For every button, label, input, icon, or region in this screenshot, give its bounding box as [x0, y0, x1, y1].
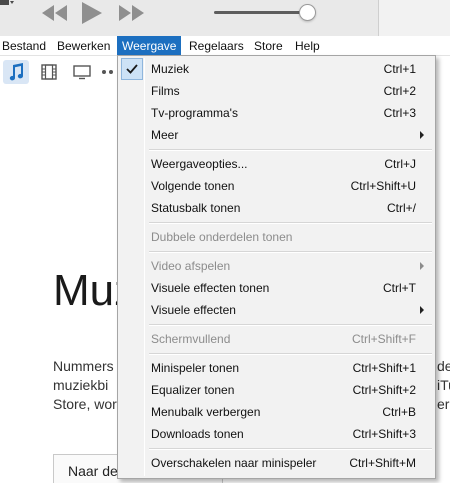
menu-item-shortcut: Ctrl+T — [383, 281, 416, 295]
menu-separator — [149, 448, 432, 450]
menu-item-shortcut: Ctrl+3 — [383, 106, 416, 120]
menu-bestand[interactable]: Bestand — [0, 36, 51, 56]
menu-item-tv-programmas[interactable]: Tv-programma's Ctrl+3 — [121, 102, 432, 124]
menu-item-dubbele-onderdelen[interactable]: Dubbele onderdelen tonen — [121, 226, 432, 248]
menu-item-label: Visuele effecten — [151, 303, 236, 317]
film-icon — [41, 64, 57, 80]
menu-item-label: Menubalk verbergen — [151, 405, 261, 419]
volume-slider-knob[interactable] — [299, 4, 316, 21]
menu-item-volgende-tonen[interactable]: Volgende tonen Ctrl+Shift+U — [121, 175, 432, 197]
play-button[interactable] — [80, 1, 104, 25]
menu-item-label: Statusbalk tonen — [151, 201, 241, 215]
music-note-icon — [9, 63, 24, 81]
library-text-line: muziekbi — [53, 377, 109, 393]
menu-item-label: Video afspelen — [151, 259, 231, 273]
menu-item-label: Equalizer tonen — [151, 383, 235, 397]
library-text-fragment: de — [437, 358, 450, 374]
media-more-button[interactable] — [101, 60, 115, 84]
menu-item-shortcut: Ctrl+2 — [383, 84, 416, 98]
menu-bewerken[interactable]: Bewerken — [52, 36, 115, 56]
menu-item-shortcut: Ctrl+Shift+M — [349, 456, 416, 470]
previous-track-icon — [42, 5, 67, 21]
menu-item-shortcut: Ctrl+Shift+1 — [352, 361, 416, 375]
menu-weergave[interactable]: Weergave — [117, 36, 182, 56]
menu-item-label: Tv-programma's — [151, 106, 238, 120]
menu-item-visuele-effecten-tonen[interactable]: Visuele effecten tonen Ctrl+T — [121, 277, 432, 299]
next-track-button[interactable] — [116, 3, 146, 23]
menu-item-label: Overschakelen naar minispeler — [151, 456, 317, 470]
menu-item-statusbalk-tonen[interactable]: Statusbalk tonen Ctrl+/ — [121, 197, 432, 219]
menu-item-minispeler-tonen[interactable]: Minispeler tonen Ctrl+Shift+1 — [121, 357, 432, 379]
menu-item-shortcut: Ctrl+/ — [386, 201, 416, 215]
menu-store[interactable]: Store — [249, 36, 288, 56]
menu-item-shortcut: Ctrl+Shift+U — [350, 179, 416, 193]
menu-separator — [149, 251, 432, 253]
menu-item-label: Films — [151, 84, 180, 98]
menu-item-muziek[interactable]: Muziek Ctrl+1 — [121, 58, 432, 80]
menu-item-label: Volgende tonen — [151, 179, 235, 193]
menu-item-label: Schermvullend — [151, 332, 231, 346]
menu-item-video-afspelen[interactable]: Video afspelen — [121, 255, 432, 277]
media-films-button[interactable] — [37, 60, 61, 84]
submenu-arrow-icon — [420, 306, 424, 314]
menu-item-label: Meer — [151, 128, 179, 142]
submenu-arrow-icon — [420, 131, 424, 139]
menu-item-shortcut: Ctrl+B — [382, 405, 416, 419]
menu-item-label: Minispeler tonen — [151, 361, 240, 375]
menu-item-label: Dubbele onderdelen tonen — [151, 230, 293, 244]
menu-separator — [149, 324, 432, 326]
menu-item-menubalk-verbergen[interactable]: Menubalk verbergen Ctrl+B — [121, 401, 432, 423]
library-text-line: Nummers — [53, 358, 114, 374]
menu-item-shortcut: Ctrl+1 — [383, 62, 416, 76]
menu-item-equalizer-tonen[interactable]: Equalizer tonen Ctrl+Shift+2 — [121, 379, 432, 401]
menu-item-label: Muziek — [151, 62, 190, 76]
menu-item-label: Visuele effecten tonen — [151, 281, 270, 295]
status-display — [378, 0, 450, 36]
menu-item-label: Weergaveopties... — [151, 157, 248, 171]
media-tv-button[interactable] — [70, 60, 94, 84]
menu-item-schermvullend[interactable]: Schermvullend Ctrl+Shift+F — [121, 328, 432, 350]
menu-item-weergaveopties[interactable]: Weergaveopties... Ctrl+J — [121, 153, 432, 175]
library-text-fragment: iTu — [437, 377, 450, 393]
library-text-line: Store, wor — [53, 396, 117, 412]
menu-item-meer[interactable]: Meer — [121, 124, 432, 146]
menu-separator — [149, 149, 432, 151]
menu-item-films[interactable]: Films Ctrl+2 — [121, 80, 432, 102]
menu-item-shortcut: Ctrl+Shift+2 — [352, 383, 416, 397]
menu-item-overschakelen-minispeler[interactable]: Overschakelen naar minispeler Ctrl+Shift… — [121, 452, 432, 474]
window-menu-icon[interactable] — [0, 0, 14, 6]
play-icon — [82, 2, 102, 24]
menu-item-label: Downloads tonen — [151, 427, 244, 441]
menu-bar: Bestand Bewerken Weergave Regelaars Stor… — [0, 36, 450, 56]
submenu-arrow-icon — [420, 262, 424, 270]
menu-separator — [149, 353, 432, 355]
more-icon — [102, 70, 113, 74]
weergave-dropdown-menu: Muziek Ctrl+1 Films Ctrl+2 Tv-programma'… — [117, 55, 436, 479]
menu-item-visuele-effecten[interactable]: Visuele effecten — [121, 299, 432, 321]
media-music-button[interactable] — [3, 60, 29, 84]
menu-item-shortcut: Ctrl+Shift+3 — [352, 427, 416, 441]
menu-regelaars[interactable]: Regelaars — [184, 36, 249, 56]
menu-help[interactable]: Help — [290, 36, 325, 56]
menu-separator — [149, 222, 432, 224]
previous-track-button[interactable] — [40, 3, 70, 23]
menu-item-shortcut: Ctrl+Shift+F — [351, 332, 416, 346]
menu-item-downloads-tonen[interactable]: Downloads tonen Ctrl+Shift+3 — [121, 423, 432, 445]
checkmark-icon — [121, 58, 143, 80]
player-toolbar — [0, 0, 450, 36]
tv-icon — [73, 65, 91, 80]
volume-slider[interactable] — [214, 11, 308, 14]
next-track-icon — [119, 5, 144, 21]
library-text-fragment: er — [437, 396, 450, 412]
menu-item-shortcut: Ctrl+J — [384, 157, 416, 171]
